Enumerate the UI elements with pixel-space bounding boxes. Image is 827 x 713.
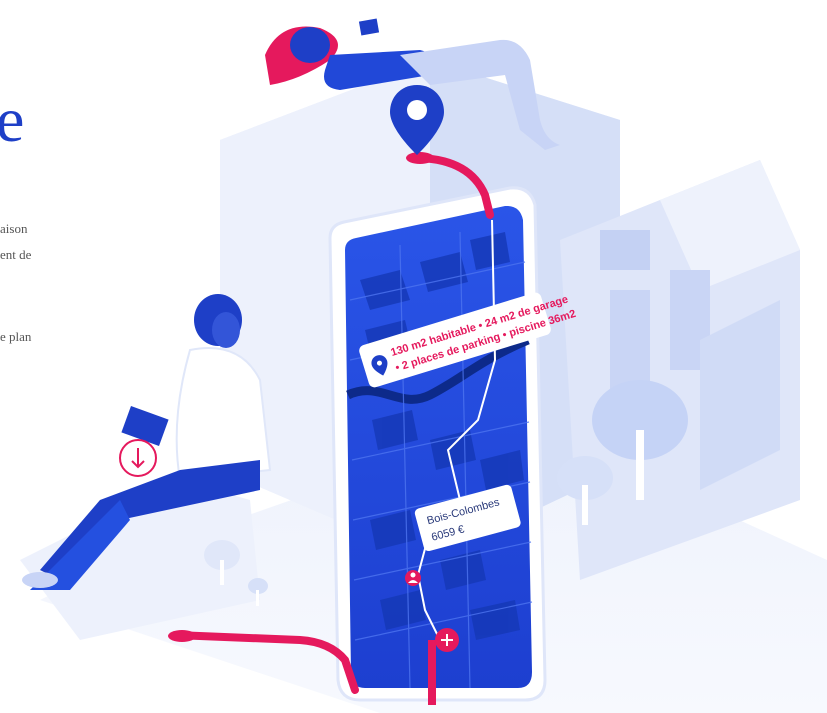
download-icon: [119, 439, 157, 477]
person-icon: [405, 570, 421, 586]
real-estate-illustration: 130 m2 habitable • 24 m2 de garage • 2 p…: [20, 18, 827, 713]
phone: [328, 186, 547, 702]
add-icon: [435, 628, 459, 652]
man-figure: [20, 294, 272, 640]
